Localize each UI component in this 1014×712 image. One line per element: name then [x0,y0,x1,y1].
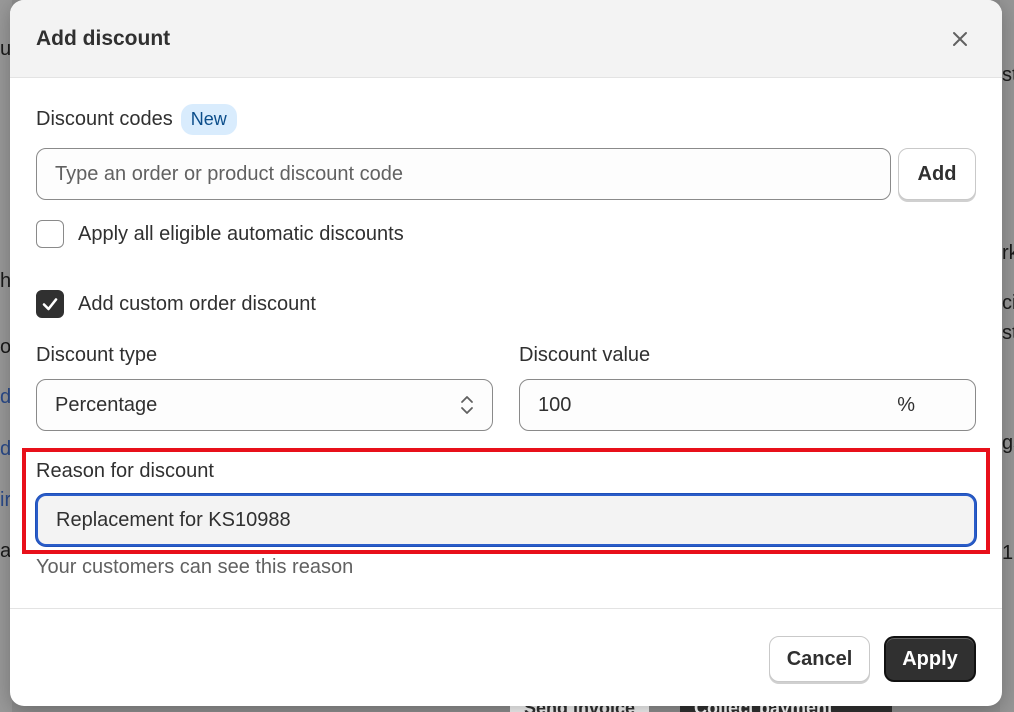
modal-header: Add discount [10,0,1002,78]
percent-suffix: % [897,393,915,416]
backdrop-fragment: st [1002,322,1014,344]
custom-discount-label: Add custom order discount [78,292,316,315]
discount-codes-label: Discount codes [36,108,173,130]
add-code-button[interactable]: Add [898,148,976,200]
discount-type-value: Percentage [55,393,158,416]
discount-type-select[interactable]: Percentage [36,379,493,431]
backdrop-fragment: rk [1002,242,1014,264]
backdrop-fragment: gs [1002,432,1014,454]
automatic-discounts-row[interactable]: Apply all eligible automatic discounts [36,220,404,248]
new-badge: New [180,104,237,135]
checkmark-icon [42,298,58,311]
discount-code-input[interactable] [55,162,872,186]
discount-type-label: Discount type [36,344,158,366]
reason-input[interactable]: Replacement for KS10988 [36,494,976,546]
modal-title: Add discount [36,26,171,50]
reason-help-text: Your customers can see this reason [36,556,354,578]
reason-value: Replacement for KS10988 [56,508,291,531]
backdrop-fragment: ci [1002,292,1014,314]
discount-value-text: 100 [538,393,572,416]
backdrop-fragment: st [1002,64,1014,86]
backdrop-fragment: 1 [1002,542,1014,564]
backdrop-right-panel [1000,0,1014,712]
apply-button[interactable]: Apply [884,636,976,682]
custom-discount-row[interactable]: Add custom order discount [36,290,316,318]
discount-value-label: Discount value [519,344,651,366]
discount-value-field[interactable]: 100 % [519,379,976,431]
close-icon [953,31,967,46]
cancel-button[interactable]: Cancel [769,636,870,682]
discount-code-field[interactable] [36,148,891,200]
custom-discount-checkbox[interactable] [36,290,64,318]
automatic-discounts-checkbox[interactable] [36,220,64,248]
reason-label: Reason for discount [36,460,214,482]
add-discount-modal: Add discount Discount codes New Add Appl… [10,0,1002,706]
discount-codes-label-row: Discount codes New [36,104,237,135]
chevron-updown-icon [461,396,473,414]
close-button[interactable] [944,23,976,55]
automatic-discounts-label: Apply all eligible automatic discounts [78,222,404,245]
